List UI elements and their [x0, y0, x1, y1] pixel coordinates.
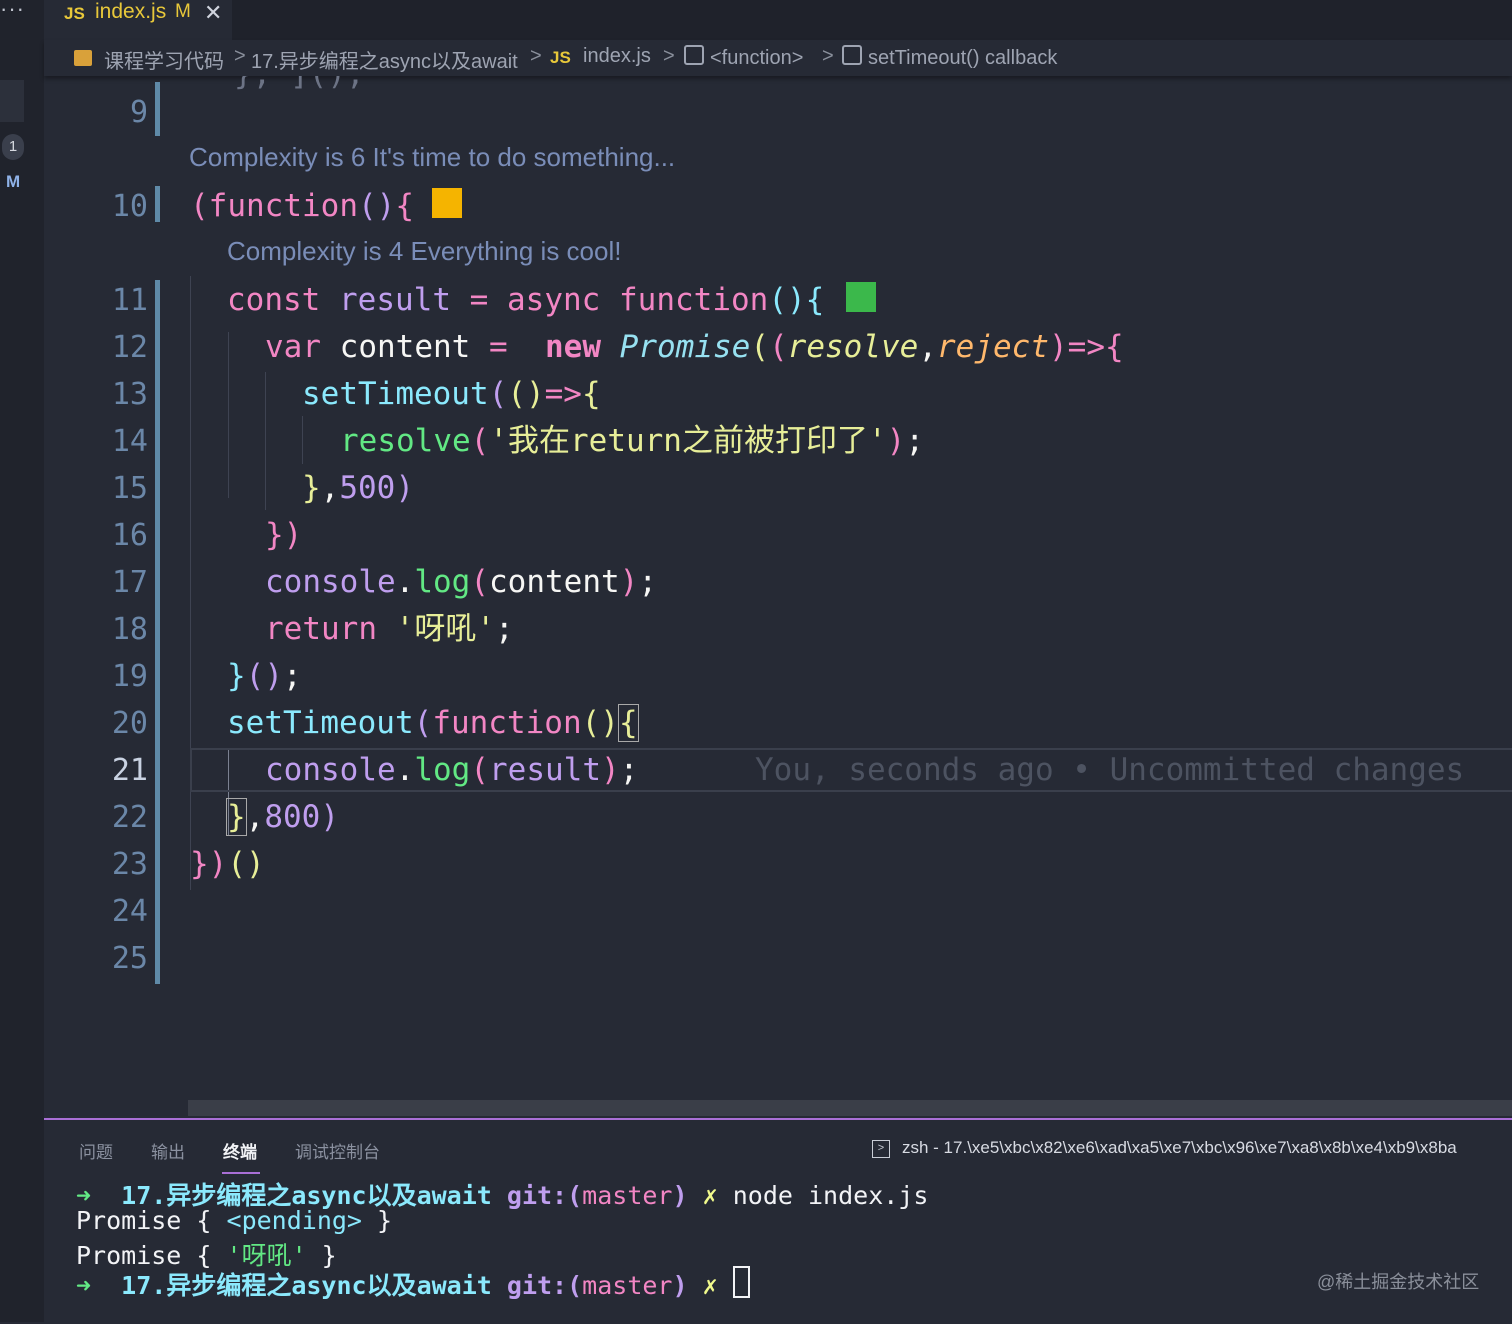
code-line-21: console.log(result); [265, 752, 639, 788]
chevron-right-icon: > [234, 45, 246, 67]
tab-label: index.js [95, 0, 167, 23]
complexity-indicator-ok [846, 282, 876, 312]
code-line-18: return '呀吼'; [265, 611, 514, 647]
terminal-icon: > [872, 1140, 890, 1158]
code-line-11: const result = async function(){ [227, 282, 825, 318]
breadcrumb-symbol-label: setTimeout() callback [868, 47, 1058, 69]
git-label: git:( [506, 1181, 583, 1210]
chevron-right-icon: > [663, 45, 675, 67]
code-editor[interactable]: }, ](); 9 10 11 12 13 14 15 16 17 18 19 … [44, 76, 1512, 1100]
active-tab-indicator [222, 1172, 260, 1174]
line-number: 24 [111, 894, 148, 929]
code-line-16: }) [265, 517, 303, 553]
code-line-22: },800) [226, 798, 340, 836]
breadcrumb-symbol-callback[interactable]: setTimeout() callback [842, 45, 1057, 70]
dirty-marker: ✗ [702, 1181, 718, 1210]
tab-bar: JS index.js M ✕ [44, 0, 1512, 40]
notification-badge[interactable]: 1 [2, 134, 24, 160]
breadcrumb-subfolder[interactable]: 17.异步编程之async以及await [251, 45, 518, 74]
indent-guide [302, 416, 303, 464]
chevron-right-icon: > [530, 45, 542, 67]
gutter-modified-bar [155, 280, 160, 984]
line-number: 17 [111, 565, 148, 600]
git-branch: master [582, 1181, 673, 1210]
close-icon[interactable]: ✕ [204, 0, 222, 26]
tab-debug-console[interactable]: 调试控制台 [295, 1138, 380, 1163]
tab-output[interactable]: 输出 [151, 1138, 185, 1163]
code-line-13: setTimeout(()=>{ [302, 376, 601, 412]
code-line-20: setTimeout(function(){ [227, 704, 639, 742]
tab-problems[interactable]: 问题 [79, 1138, 113, 1163]
line-number: 12 [111, 330, 148, 365]
git-blame-annotation: You, seconds ago • Uncommitted changes [755, 752, 1465, 788]
tab-index-js[interactable]: JS index.js M ✕ [44, 0, 232, 40]
code-line-19: }(); [227, 658, 302, 694]
terminal-cursor [732, 1266, 750, 1298]
line-number: 11 [111, 283, 148, 318]
code-line-14: resolve('我在return之前被打印了'); [340, 423, 924, 459]
terminal-line[interactable]: ➜ 17.异步编程之async以及await git:(master) ✗ [76, 1266, 750, 1302]
bottom-panel: 问题 输出 终端 调试控制台 > zsh - 17.\xe5\xbc\x82\x… [44, 1118, 1512, 1324]
javascript-file-icon: JS [550, 48, 571, 67]
scm-modified-marker: M [6, 172, 21, 191]
line-number: 13 [111, 377, 148, 412]
tab-terminal[interactable]: 终端 [223, 1138, 257, 1163]
line-number: 20 [111, 706, 148, 741]
code-line-8-partial: }, ](); [234, 76, 365, 92]
breadcrumb: 课程学习代码 > 17.异步编程之async以及await > JS index… [44, 40, 1512, 76]
line-number: 23 [111, 847, 148, 882]
line-number: 19 [111, 659, 148, 694]
activity-item[interactable] [0, 80, 24, 122]
terminal-instance-selector[interactable]: zsh - 17.\xe5\xbc\x82\xe6\xad\xa5\xe7\xb… [902, 1138, 1457, 1158]
line-number: 15 [111, 471, 148, 506]
symbol-cube-icon [842, 45, 862, 65]
activity-bar: ··· 1 M [0, 0, 44, 1322]
dirty-marker: ✗ [702, 1271, 718, 1300]
breadcrumb-file[interactable]: index.js [583, 45, 651, 68]
code-line-10: (function(){ [190, 188, 414, 224]
git-label: git:( [506, 1271, 583, 1300]
complexity-codelens[interactable]: Complexity is 6 It's time to do somethin… [189, 142, 675, 173]
code-line-23: })() [190, 846, 265, 882]
terminal-command: node index.js [732, 1181, 929, 1210]
folder-icon [74, 50, 92, 66]
terminal-output-line: Promise { <pending> } [76, 1206, 393, 1235]
indent-guide [190, 276, 191, 890]
breadcrumb-symbol-function[interactable]: <function> [684, 45, 803, 70]
prompt-directory: 17.异步编程之async以及await [121, 1271, 492, 1300]
line-number: 16 [111, 518, 148, 553]
git-label-close: ) [672, 1181, 688, 1210]
breadcrumb-symbol-label: <function> [710, 47, 804, 69]
prompt-arrow-icon: ➜ [76, 1271, 92, 1300]
watermark: @稀土掘金技术社区 [1317, 1272, 1480, 1292]
line-number: 10 [111, 189, 148, 224]
chevron-right-icon: > [822, 45, 834, 67]
code-line-12: var content = new Promise((resolve,rejec… [265, 329, 1124, 365]
git-branch: master [582, 1271, 673, 1300]
git-label-close: ) [672, 1271, 688, 1300]
more-icon[interactable]: ··· [0, 0, 25, 22]
line-number: 9 [129, 95, 148, 130]
javascript-file-icon: JS [64, 4, 85, 23]
symbol-cube-icon [684, 45, 704, 65]
gutter-modified-bar [155, 82, 160, 136]
complexity-indicator-warning [432, 188, 462, 218]
modified-indicator: M [175, 1, 191, 22]
line-number: 25 [111, 941, 148, 976]
gutter-modified-bar [155, 186, 160, 222]
line-number: 14 [111, 424, 148, 459]
horizontal-scrollbar[interactable] [188, 1100, 1512, 1116]
complexity-codelens[interactable]: Complexity is 4 Everything is cool! [227, 236, 621, 267]
line-number-current: 21 [111, 753, 148, 788]
breadcrumb-folder[interactable]: 课程学习代码 [104, 45, 224, 74]
line-number: 18 [111, 612, 148, 647]
line-number: 22 [111, 800, 148, 835]
code-line-17: console.log(content); [265, 564, 657, 600]
indent-guide [265, 372, 266, 510]
indent-guide [228, 332, 229, 498]
code-line-15: },500) [302, 470, 415, 506]
